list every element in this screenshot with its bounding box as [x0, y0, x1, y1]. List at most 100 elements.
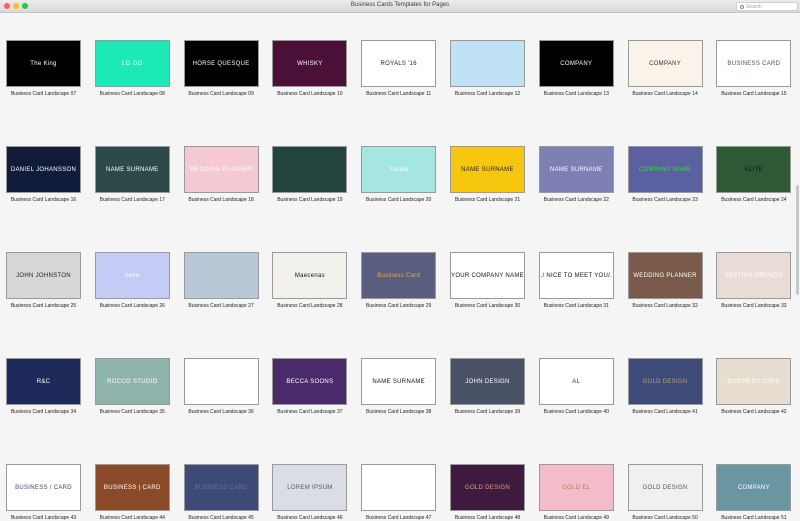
- template-thumbnail[interactable]: COMPANY: [538, 40, 614, 87]
- template-thumbnail[interactable]: Business Card: [361, 252, 437, 299]
- template-thumbnail[interactable]: BUSINESS | CARD: [94, 464, 170, 511]
- template-item[interactable]: BUSINESS | CARD Business Card Landscape 4…: [94, 464, 170, 521]
- template-item[interactable]: The King Business Card Landscape 07: [6, 40, 81, 97]
- template-item[interactable]: NAME SURNAME Business Card Landscape 22: [538, 146, 614, 203]
- template-item[interactable]: GOLD DESIGN Business Card Landscape 50: [627, 464, 703, 521]
- template-item[interactable]: NAME SURNAME Business Card Landscape 17: [94, 146, 170, 203]
- template-item[interactable]: BUSINESS / CARD Business Card Landscape 4…: [6, 464, 81, 521]
- template-item[interactable]: BECCA SOONS Business Card Landscape 37: [272, 358, 348, 415]
- template-thumbnail[interactable]: JOHN JOHNSTON: [6, 252, 81, 299]
- template-thumbnail[interactable]: BUSINESS CARD: [183, 464, 259, 511]
- template-label: Business Card Landscape 35: [99, 409, 165, 415]
- template-thumbnail[interactable]: NAME SURNAME: [94, 146, 170, 193]
- template-item[interactable]: JOHN DESIGN Business Card Landscape 39: [449, 358, 525, 415]
- template-thumbnail[interactable]: [272, 146, 348, 193]
- template-item[interactable]: LOREM IPSUM Business Card Landscape 46: [272, 464, 348, 521]
- template-thumbnail[interactable]: HORSE QUESQUE: [183, 40, 259, 87]
- template-thumbnail[interactable]: The King: [6, 40, 81, 87]
- template-label: Business Card Landscape 41: [632, 409, 698, 415]
- template-item[interactable]: ./ NICE TO MEET YOU/. Business Card Lands…: [538, 252, 614, 309]
- template-thumbnail[interactable]: ELITE: [716, 146, 792, 193]
- template-item[interactable]: LO GO Business Card Landscape 08: [94, 40, 170, 97]
- template-thumbnail[interactable]: GOLD DESIGN: [361, 464, 437, 511]
- template-thumbnail[interactable]: ROCCO STUDIO: [94, 358, 170, 405]
- template-thumbnail[interactable]: Maecenas: [272, 252, 348, 299]
- template-item[interactable]: R&C Business Card Landscape 34: [6, 358, 81, 415]
- template-item[interactable]: COMPANY Business Card Landscape 51: [716, 464, 792, 521]
- thumbnail-text: NAME SURNAME: [461, 166, 514, 173]
- template-item[interactable]: Maecenas Business Card Landscape 28: [272, 252, 348, 309]
- template-label: Business Card Landscape 49: [543, 515, 609, 521]
- template-item[interactable]: BEATRIX ORENDO Business Card Landscape 33: [716, 252, 792, 309]
- template-thumbnail[interactable]: JOHN DESIGN: [449, 358, 525, 405]
- template-item[interactable]: Business Card Landscape 27: [183, 252, 259, 309]
- template-thumbnail[interactable]: COMPANY NAME: [627, 146, 703, 193]
- template-thumbnail[interactable]: NAME SURNAME: [538, 146, 614, 193]
- template-item[interactable]: GOLD DESIGN Business Card Landscape 41: [627, 358, 703, 415]
- template-thumbnail[interactable]: DANIEL JOHANSSON: [6, 146, 81, 193]
- template-thumbnail[interactable]: GOLD DESIGN: [449, 464, 525, 511]
- template-item[interactable]: GOLD EL Business Card Landscape 49: [538, 464, 614, 521]
- template-item[interactable]: WEDDING PLANNER Business Card Landscape 1…: [183, 146, 259, 203]
- template-thumbnail[interactable]: COMPANY: [627, 40, 703, 87]
- template-thumbnail[interactable]: GOLD DESIGN: [627, 464, 703, 511]
- template-thumbnail[interactable]: hello: [94, 252, 170, 299]
- template-thumbnail[interactable]: LO GO: [94, 40, 170, 87]
- template-thumbnail[interactable]: WEDDING PLANNER: [183, 146, 259, 193]
- template-item[interactable]: WHISKY Business Card Landscape 10: [272, 40, 348, 97]
- template-item[interactable]: COMPANY NAME Business Card Landscape 23: [627, 146, 703, 203]
- template-thumbnail[interactable]: GOLD EL: [538, 464, 614, 511]
- template-thumbnail[interactable]: BECCA SOONS: [272, 358, 348, 405]
- template-label: Business Card Landscape 48: [454, 515, 521, 521]
- template-item[interactable]: ELITE Business Card Landscape 24: [716, 146, 792, 203]
- template-thumbnail[interactable]: BUSINESS CARD: [716, 358, 792, 405]
- template-thumbnail[interactable]: BUSINESS CARD: [716, 40, 792, 87]
- template-thumbnail[interactable]: R&C: [6, 358, 81, 405]
- template-thumbnail[interactable]: BEATRIX ORENDO: [716, 252, 792, 299]
- template-item[interactable]: GOLD DESIGN Business Card Landscape 48: [449, 464, 525, 521]
- template-item[interactable]: BUSINESS CARD Business Card Landscape 45: [183, 464, 259, 521]
- template-item[interactable]: BUSINESS CARD Business Card Landscape 15: [716, 40, 792, 97]
- template-item[interactable]: CUPCAKE Business Card Landscape 36: [183, 358, 259, 415]
- template-thumbnail[interactable]: AL: [538, 358, 614, 405]
- template-item[interactable]: GOLD DESIGN Business Card Landscape 47: [361, 464, 437, 521]
- template-item[interactable]: AL Business Card Landscape 40: [538, 358, 614, 415]
- template-thumbnail[interactable]: YOUR COMPANY NAME: [449, 252, 525, 299]
- template-thumbnail[interactable]: NAME SURNAME: [449, 146, 525, 193]
- template-item[interactable]: NAME SURNAME Business Card Landscape 38: [361, 358, 437, 415]
- template-thumbnail[interactable]: WHISKY: [272, 40, 348, 87]
- template-item[interactable]: DANIEL JOHANSSON Business Card Landscape …: [6, 146, 81, 203]
- template-label: Business Card Landscape 15: [721, 91, 787, 97]
- template-item[interactable]: ROCCO STUDIO Business Card Landscape 35: [94, 358, 170, 415]
- template-thumbnail[interactable]: GOLD DESIGN: [627, 358, 703, 405]
- template-thumbnail[interactable]: COMPANY: [716, 464, 792, 511]
- template-thumbnail[interactable]: ROYALS '16: [361, 40, 437, 87]
- template-item[interactable]: Business Card Business Card Landscape 29: [361, 252, 437, 309]
- template-item[interactable]: ROYALS '16 Business Card Landscape 11: [361, 40, 437, 97]
- template-item[interactable]: Business Card Landscape 12: [449, 40, 525, 97]
- template-item[interactable]: Business Card Landscape 19: [272, 146, 348, 203]
- template-item[interactable]: COMPANY Business Card Landscape 13: [538, 40, 614, 97]
- template-item[interactable]: WEDDING PLANNER Business Card Landscape 3…: [627, 252, 703, 309]
- template-thumbnail[interactable]: Yosnia: [361, 146, 437, 193]
- template-thumbnail[interactable]: ./ NICE TO MEET YOU/.: [538, 252, 614, 299]
- template-item[interactable]: COMPANY Business Card Landscape 14: [627, 40, 703, 97]
- template-thumbnail[interactable]: WEDDING PLANNER: [627, 252, 703, 299]
- template-item[interactable]: hello Business Card Landscape 26: [94, 252, 170, 309]
- template-item[interactable]: NAME SURNAME Business Card Landscape 21: [449, 146, 525, 203]
- vertical-scrollbar[interactable]: [796, 185, 799, 295]
- template-thumbnail[interactable]: NAME SURNAME: [361, 358, 437, 405]
- search-field[interactable]: Search: [736, 2, 798, 11]
- template-item[interactable]: BUSINESS CARD Business Card Landscape 42: [716, 358, 792, 415]
- template-thumbnail[interactable]: [183, 252, 259, 299]
- template-label: Business Card Landscape 34: [10, 409, 77, 415]
- template-item[interactable]: JOHN JOHNSTON Business Card Landscape 25: [6, 252, 81, 309]
- template-thumbnail[interactable]: LOREM IPSUM: [272, 464, 348, 511]
- template-thumbnail[interactable]: [449, 40, 525, 87]
- template-item[interactable]: Yosnia Business Card Landscape 20: [361, 146, 437, 203]
- template-thumbnail[interactable]: CUPCAKE: [183, 358, 259, 405]
- template-thumbnail[interactable]: BUSINESS / CARD: [6, 464, 81, 511]
- thumbnail-text: BEATRIX ORENDO: [725, 272, 783, 279]
- template-item[interactable]: HORSE QUESQUE Business Card Landscape 09: [183, 40, 259, 97]
- template-item[interactable]: YOUR COMPANY NAME Business Card Landscape…: [449, 252, 525, 309]
